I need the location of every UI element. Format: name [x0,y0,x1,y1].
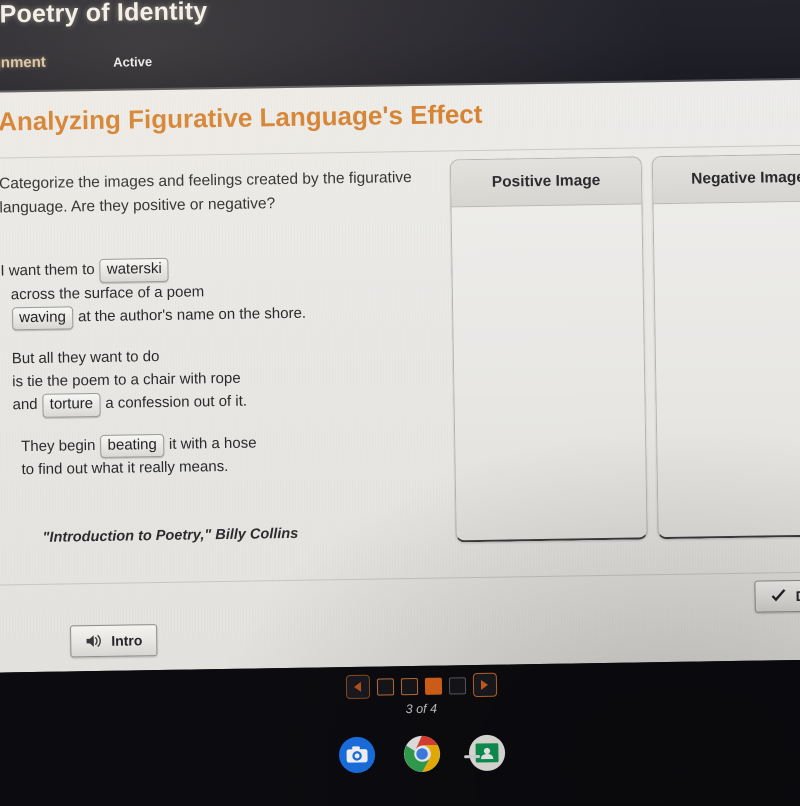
monitor-content: e Poetry of Identity signment Active Ana… [0,0,800,806]
draggable-token-torture[interactable]: torture [42,392,101,418]
status-badge: Active [113,54,153,70]
intro-button-label: Intro [111,632,143,649]
poem-stanza-3: They begin beating it with a hose to fin… [3,429,424,482]
course-title: e Poetry of Identity [0,0,208,29]
poem-line-text: a confession out of it. [105,392,248,412]
intro-audio-button[interactable]: Intro [70,624,158,658]
activity-panel: Analyzing Figurative Language's Effect C… [0,78,800,673]
chromeos-shelf [0,707,800,801]
dropzone-negative-image[interactable]: Negative Image [651,153,800,540]
poem-stanza-1: I want them to waterski across the surfa… [0,254,421,331]
page-title: Analyzing Figurative Language's Effect [0,98,483,137]
assignment-label: signment [0,53,46,72]
prompt-text: Categorize the images and feelings creat… [0,168,412,217]
dropzone-positive-image[interactable]: Positive Image [449,156,648,543]
chevron-right-icon [480,679,489,690]
footer-divider [0,570,800,586]
camera-icon[interactable] [338,736,377,775]
done-button[interactable]: Done [754,579,800,613]
draggable-token-beating[interactable]: beating [100,433,164,459]
pager-controls [345,672,497,700]
dropzone-body-negative[interactable] [653,201,800,536]
pager-dot-1[interactable] [376,677,394,696]
chevron-left-icon [353,681,362,692]
pager-dot-4[interactable] [448,676,466,694]
poem-text: I want them to waterski across the surfa… [0,254,424,501]
pager-dot-3[interactable] [424,677,442,695]
app-top-bar: e Poetry of Identity signment Active [0,0,800,94]
dropzone-title: Positive Image [450,157,642,208]
chrome-running-indicator [464,754,481,759]
done-button-label: Done [795,587,800,605]
draggable-token-waterski[interactable]: waterski [99,257,170,283]
draggable-token-waving[interactable]: waving [11,305,74,331]
screen-photo: e Poetry of Identity signment Active Ana… [0,0,800,806]
poem-line-text: I want them to [0,260,95,280]
speaker-icon [85,633,103,649]
poem-line-text: it with a hose [168,434,257,453]
poem-stanza-2: But all they want to do is tie the poem … [2,342,423,418]
poem-line-text: They begin [21,436,96,455]
dropzone-body-positive[interactable] [451,204,646,539]
pager-dot-2[interactable] [400,677,418,695]
poem-line-text: at the author's name on the shore. [77,304,307,325]
chrome-icon[interactable] [403,735,442,774]
poem-attribution: "Introduction to Poetry," Billy Collins [42,525,299,546]
next-page-button[interactable] [472,672,497,698]
dropzone-title: Negative Image [652,154,800,205]
poem-line-text: and [12,395,38,414]
checkmark-icon [770,588,788,604]
previous-page-button[interactable] [345,674,370,700]
categorization-columns: Positive Image Negative Image [449,153,800,543]
google-classroom-icon[interactable] [468,734,507,773]
